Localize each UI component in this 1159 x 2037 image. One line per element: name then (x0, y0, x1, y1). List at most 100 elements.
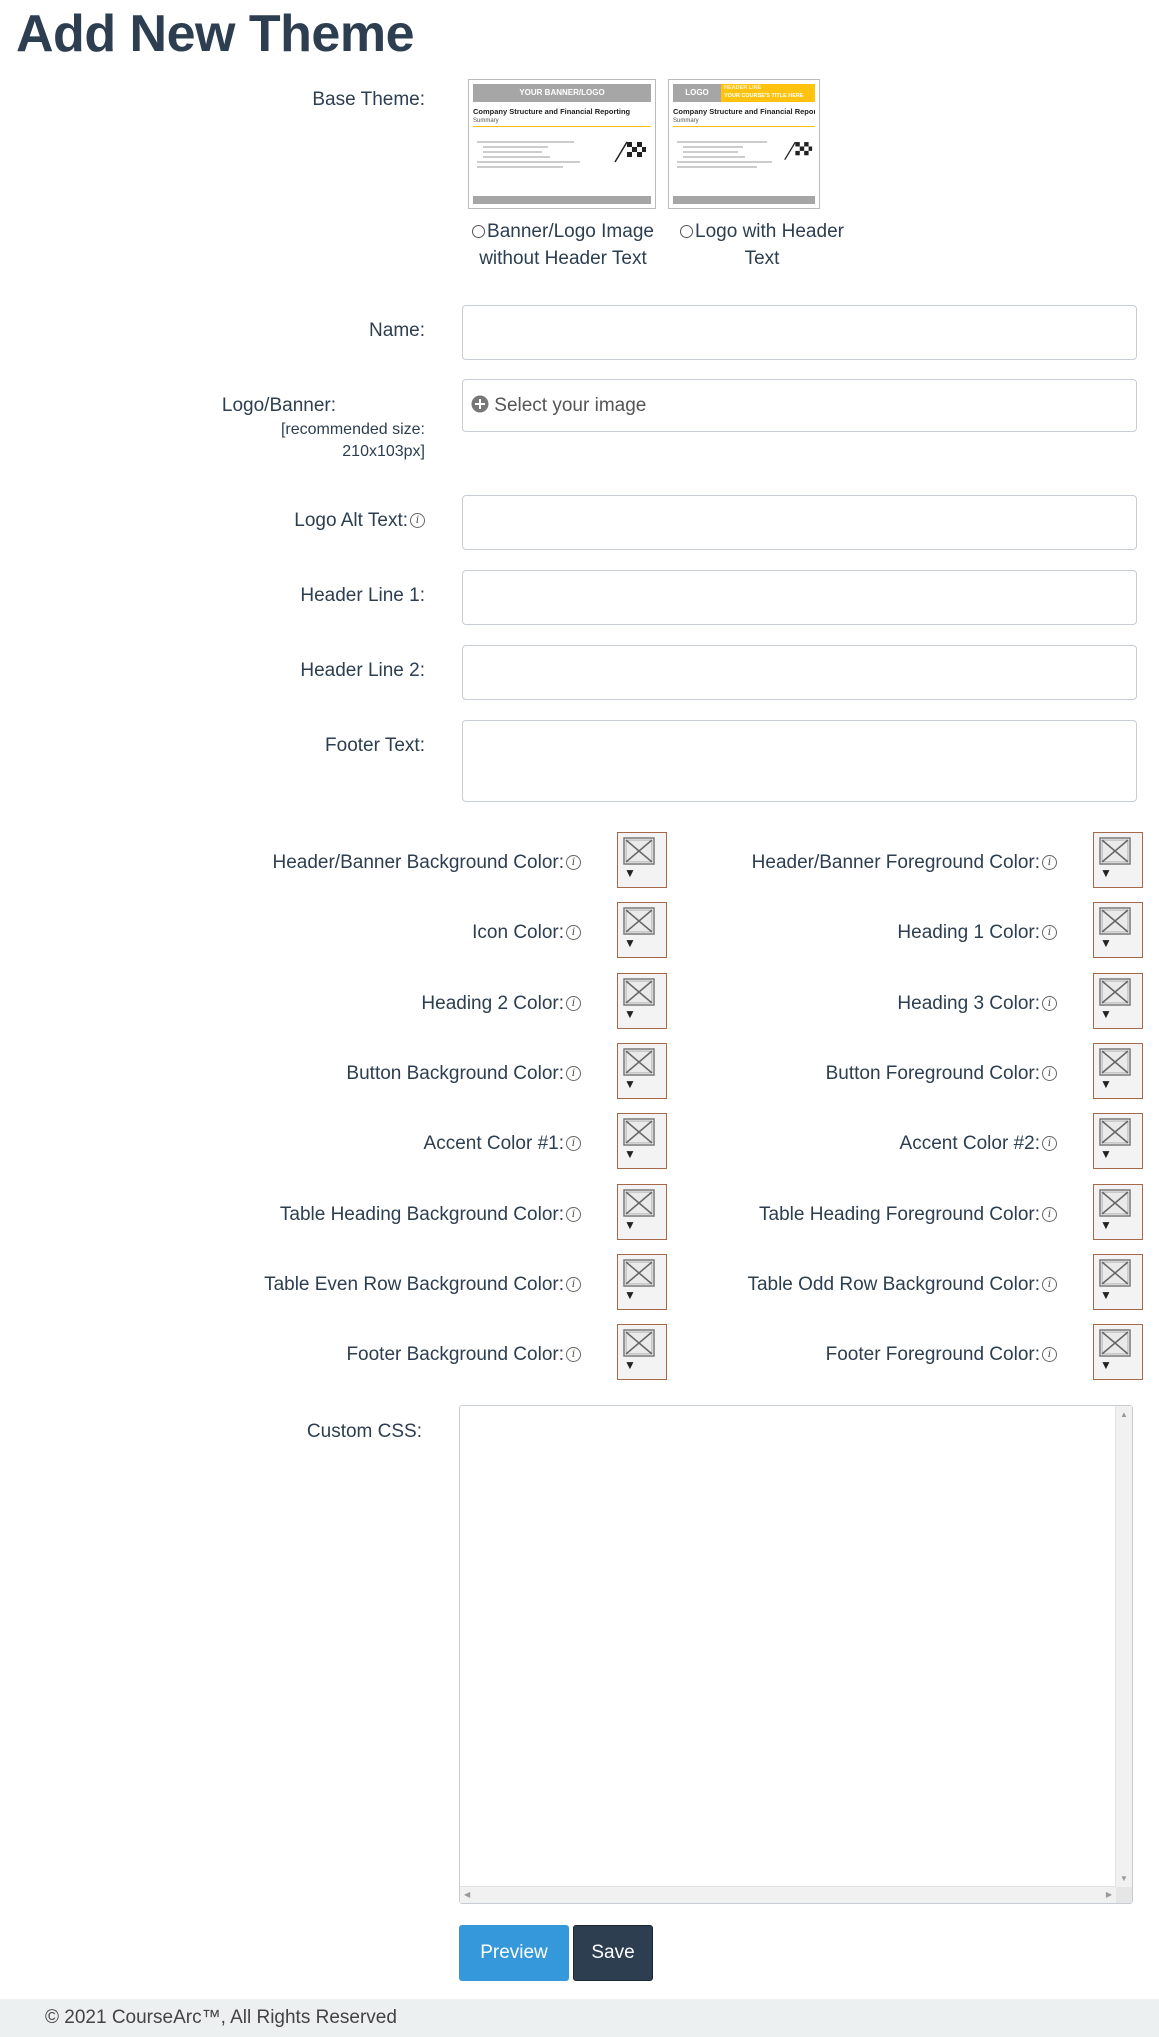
info-icon[interactable]: i (410, 513, 425, 529)
page-title: Add New Theme (16, 5, 415, 63)
broken-image-icon (623, 907, 655, 935)
triangle-down-icon: ▼ (624, 866, 636, 880)
info-icon[interactable]: i (566, 925, 581, 941)
base-theme-option-banner[interactable]: Banner/Logo Image without Header Text (468, 218, 658, 272)
logo-size-hint-1: [recommended size: (280, 421, 425, 438)
color-label-header-banner-background-color: Header/Banner Background Color: i (272, 852, 581, 874)
color-picker-table-heading-foreground-color[interactable]: ▼ (1093, 1184, 1143, 1240)
color-picker-button-foreground-color[interactable]: ▼ (1093, 1043, 1143, 1099)
base-theme-option-logo-header[interactable]: Logo with Header Text (672, 218, 852, 272)
info-icon[interactable]: i (1042, 1066, 1057, 1082)
scroll-up-icon[interactable]: ▲ (1120, 1410, 1128, 1419)
scrollbar-corner (1116, 1887, 1132, 1903)
info-icon[interactable]: i (1042, 855, 1057, 871)
base-theme-label: Base Theme: (312, 89, 425, 110)
scroll-left-icon[interactable]: ◀ (464, 1890, 470, 1899)
base-theme-thumb-logo-header[interactable]: LOGO HEADER LINE YOUR COURSE'S TITLE HER… (668, 79, 820, 209)
color-label-button-foreground-color: Button Foreground Color: i (826, 1063, 1057, 1085)
vertical-scrollbar[interactable]: ▲ ▼ (1115, 1406, 1132, 1887)
triangle-down-icon: ▼ (1100, 936, 1112, 950)
info-icon[interactable]: i (566, 1136, 581, 1152)
color-picker-table-even-row-background-color[interactable]: ▼ (617, 1254, 667, 1310)
thumb-text-lines (477, 138, 585, 176)
triangle-down-icon: ▼ (1100, 1007, 1112, 1021)
color-picker-table-heading-background-color[interactable]: ▼ (617, 1184, 667, 1240)
broken-image-icon (1099, 1189, 1131, 1217)
custom-css-editor[interactable]: ▲ ▼ ◀ ▶ (459, 1405, 1133, 1904)
color-label-header-banner-foreground-color: Header/Banner Foreground Color: i (752, 852, 1057, 874)
broken-image-icon (623, 1189, 655, 1217)
scroll-down-icon[interactable]: ▼ (1120, 1874, 1128, 1883)
base-theme-thumb-banner[interactable]: YOUR BANNER/LOGO Company Structure and F… (468, 79, 656, 209)
triangle-down-icon: ▼ (624, 936, 636, 950)
triangle-down-icon: ▼ (1100, 866, 1112, 880)
info-icon[interactable]: i (566, 855, 581, 871)
broken-image-icon (1099, 978, 1131, 1006)
broken-image-icon (623, 837, 655, 865)
info-icon[interactable]: i (1042, 1277, 1057, 1293)
triangle-down-icon: ▼ (1100, 1218, 1112, 1232)
horizontal-scrollbar[interactable]: ◀ ▶ (460, 1886, 1116, 1903)
color-picker-header-banner-background-color[interactable]: ▼ (617, 832, 667, 888)
info-icon[interactable]: i (566, 1207, 581, 1223)
name-input[interactable] (462, 305, 1137, 360)
save-button[interactable]: Save (573, 1925, 653, 1981)
thumb-header-bar: LOGO HEADER LINE YOUR COURSE'S TITLE HER… (673, 84, 815, 102)
broken-image-icon (1099, 1118, 1131, 1146)
color-picker-heading-1-color[interactable]: ▼ (1093, 902, 1143, 958)
radio-logo-header[interactable] (680, 225, 694, 238)
header-line-1-label: Header Line 1: (300, 585, 425, 606)
color-picker-heading-2-color[interactable]: ▼ (617, 973, 667, 1029)
color-picker-header-banner-foreground-color[interactable]: ▼ (1093, 832, 1143, 888)
info-icon[interactable]: i (1042, 925, 1057, 941)
color-picker-icon-color[interactable]: ▼ (617, 902, 667, 958)
triangle-down-icon: ▼ (1100, 1147, 1112, 1161)
logo-alt-input[interactable] (462, 495, 1137, 550)
color-picker-button-background-color[interactable]: ▼ (617, 1043, 667, 1099)
color-picker-heading-3-color[interactable]: ▼ (1093, 973, 1143, 1029)
color-label-heading-3-color: Heading 3 Color: i (897, 993, 1057, 1015)
color-label-table-heading-foreground-color: Table Heading Foreground Color: i (759, 1204, 1057, 1226)
info-icon[interactable]: i (1042, 1207, 1057, 1223)
color-picker-footer-background-color[interactable]: ▼ (617, 1324, 667, 1380)
thumb-header-text: HEADER LINE YOUR COURSE'S TITLE HERE (721, 84, 815, 102)
option-label-line1: Banner/Logo Image (487, 221, 654, 242)
logo-placeholder: Select your image (494, 395, 647, 416)
header-line-1-input[interactable] (462, 570, 1137, 625)
radio-banner[interactable] (472, 225, 486, 238)
info-icon[interactable]: i (566, 1347, 581, 1363)
broken-image-icon (1099, 1048, 1131, 1076)
info-icon[interactable]: i (1042, 1136, 1057, 1152)
triangle-down-icon: ▼ (1100, 1288, 1112, 1302)
info-icon[interactable]: i (566, 1066, 581, 1082)
page-footer: © 2021 CourseArc™, All Rights Reserved (0, 1999, 1159, 2037)
header-line-2-input[interactable] (462, 645, 1137, 700)
thumb-text-lines (677, 138, 777, 176)
broken-image-icon (1099, 1329, 1131, 1357)
info-icon[interactable]: i (1042, 996, 1057, 1012)
broken-image-icon (623, 978, 655, 1006)
scroll-right-icon[interactable]: ▶ (1106, 1890, 1112, 1899)
broken-image-icon (623, 1048, 655, 1076)
color-picker-table-odd-row-background-color[interactable]: ▼ (1093, 1254, 1143, 1310)
triangle-down-icon: ▼ (624, 1218, 636, 1232)
info-icon[interactable]: i (1042, 1347, 1057, 1363)
color-picker-accent-color-1[interactable]: ▼ (617, 1113, 667, 1169)
triangle-down-icon: ▼ (624, 1007, 636, 1021)
color-picker-footer-foreground-color[interactable]: ▼ (1093, 1324, 1143, 1380)
color-label-button-background-color: Button Background Color: i (346, 1063, 581, 1085)
info-icon[interactable]: i (566, 1277, 581, 1293)
info-icon[interactable]: i (566, 996, 581, 1012)
logo-size-hint-2: 210x103px] (342, 443, 425, 460)
broken-image-icon (1099, 1259, 1131, 1287)
thumb-sub: Summary (673, 118, 815, 127)
color-picker-accent-color-2[interactable]: ▼ (1093, 1113, 1143, 1169)
thumb-sub: Summary (473, 118, 651, 127)
color-label-table-odd-row-background-color: Table Odd Row Background Color: i (747, 1274, 1057, 1296)
preview-button[interactable]: Preview (459, 1925, 569, 1981)
color-label-table-heading-background-color: Table Heading Background Color: i (280, 1204, 581, 1226)
logo-image-picker[interactable]: Select your image (462, 379, 1137, 432)
checkered-flag-icon (784, 141, 813, 161)
color-label-heading-2-color: Heading 2 Color: i (421, 993, 581, 1015)
footer-text-input[interactable] (462, 720, 1137, 802)
